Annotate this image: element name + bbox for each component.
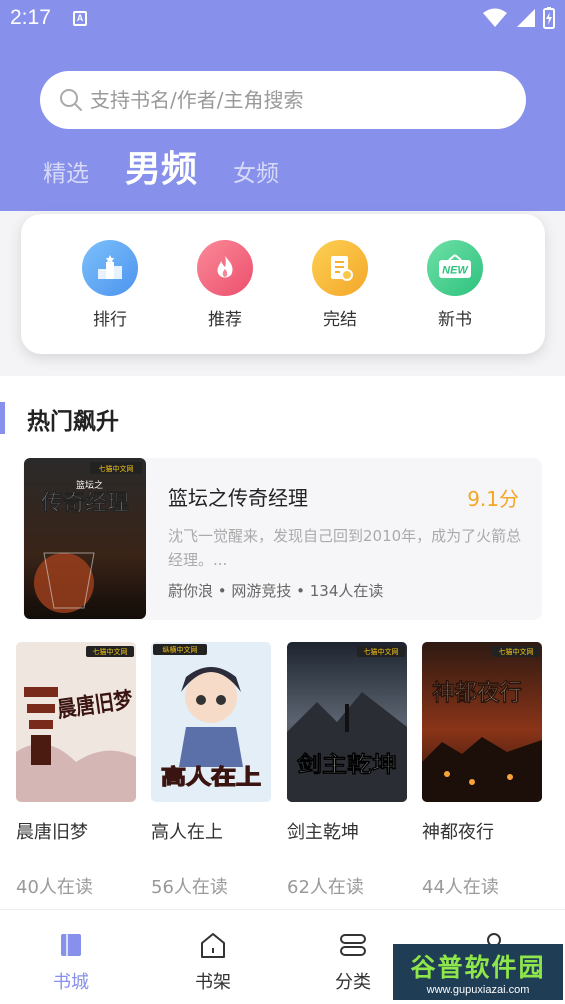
book-readers: 56人在读 [151,877,228,898]
nav-bookshelf[interactable]: 书架 [173,930,253,994]
cover-publisher: 七猫中文网 [499,647,534,656]
book-title[interactable]: 神都夜行 [422,818,542,844]
featured-book-meta: 蔚你浪 • 网游竞技 • 134人在读 [168,582,384,600]
search-icon [60,89,82,111]
book-card[interactable]: 七猫中文网 剑主乾坤 剑主乾坤 62人在读 [287,642,407,899]
quick-link-new[interactable]: NEW 新书 [415,240,495,330]
quick-link-label: 推荐 [208,310,242,330]
section-title: 热门飙升 [27,409,119,435]
cover-title: 高人在上 [161,765,261,789]
cover-title: 神都夜行 [432,679,522,706]
new-badge-text: NEW [442,265,469,277]
book-cover[interactable]: 七猫中文网 神都夜行 [422,642,542,802]
nav-label: 书城 [53,972,89,993]
quick-link-label: 新书 [438,310,472,330]
nav-label: 分类 [335,972,371,993]
book-cover[interactable]: 纵横中文网 高人在上 [151,642,271,802]
new-badge-icon: NEW [427,240,483,296]
cover-publisher: 七猫中文网 [93,647,128,656]
battery-icon [543,7,555,29]
status-bar: 2:17 A [0,0,565,38]
tab-female[interactable]: 女频 [233,154,279,188]
quick-link-ranking[interactable]: 排行 [70,240,150,330]
document-icon [312,240,368,296]
cover-title: 剑主乾坤 [296,752,397,778]
status-time: 2:17 [10,6,51,29]
fire-icon [197,240,253,296]
section-accent-bar [0,402,5,434]
tab-featured[interactable]: 精选 [43,154,89,188]
featured-book-title[interactable]: 篮坛之传奇经理 [168,482,308,511]
watermark-main-text: 谷普软件园 [410,953,546,982]
book-cover[interactable]: 七猫中文网 晨唐旧梦 [16,642,136,802]
quick-link-completed[interactable]: 完结 [300,240,380,330]
book-cover[interactable]: 七猫中文网 剑主乾坤 [287,642,407,802]
book-title[interactable]: 高人在上 [151,818,271,844]
tab-male[interactable]: 男频 [125,140,197,192]
cover-publisher: 纵横中文网 [163,645,198,654]
book-readers: 40人在读 [16,877,93,898]
channel-tabs: 精选 男频 女频 [43,140,315,192]
featured-book-cover[interactable]: 七猫中文网 篮坛之 传奇经理 [24,458,146,619]
hot-section: 热门飙升 七猫中文网 篮坛之 传奇经理 篮坛之传奇经理 9.1分 沈飞一觉醒来，… [0,376,565,909]
cover-publisher: 七猫中文网 [364,647,399,656]
quick-link-label: 完结 [323,310,357,330]
quick-link-recommend[interactable]: 推荐 [185,240,265,330]
nav-category[interactable]: 分类 [313,930,393,994]
search-bar[interactable] [40,71,526,129]
book-card[interactable]: 七猫中文网 神都夜行 神都夜行 44人在读 [422,642,542,899]
cover-small-title: 篮坛之 [76,479,103,491]
sim-icon: A [73,11,87,26]
featured-book-card[interactable]: 七猫中文网 篮坛之 传奇经理 篮坛之传奇经理 9.1分 沈飞一觉醒来，发现自己回… [23,458,542,620]
search-input[interactable] [90,88,490,112]
signal-icon [517,9,535,27]
header: 2:17 A 精选 男频 女频 [0,0,565,211]
status-icons [483,7,555,29]
book-title[interactable]: 剑主乾坤 [287,818,407,844]
watermark-url: www.gupuxiazai.com [426,984,530,996]
category-icon [340,934,366,956]
cover-title: 传奇经理 [40,490,129,516]
book-title[interactable]: 晨唐旧梦 [16,818,136,844]
quick-link-label: 排行 [93,310,127,330]
featured-book-description: 沈飞一觉醒来，发现自己回到2010年，成为了火箭总经理。... [168,527,522,569]
ranking-icon [82,240,138,296]
bookstore-icon [61,934,81,956]
book-card[interactable]: 纵横中文网 高人在上 高人在上 56人在读 [151,642,271,899]
book-readers: 62人在读 [287,877,364,898]
book-card[interactable]: 七猫中文网 晨唐旧梦 晨唐旧梦 40人在读 [16,642,136,899]
featured-book-score: 9.1分 [467,487,519,511]
home-icon [201,933,225,958]
cover-publisher: 七猫中文网 [99,464,134,473]
quick-links-card: 排行 推荐 完结 NEW 新书 [21,214,545,354]
nav-label: 书架 [195,972,231,993]
watermark-logo: 谷普软件园 www.gupuxiazai.com [393,944,563,1000]
book-readers: 44人在读 [422,877,499,898]
wifi-icon [483,8,507,27]
nav-bookstore[interactable]: 书城 [31,930,111,994]
